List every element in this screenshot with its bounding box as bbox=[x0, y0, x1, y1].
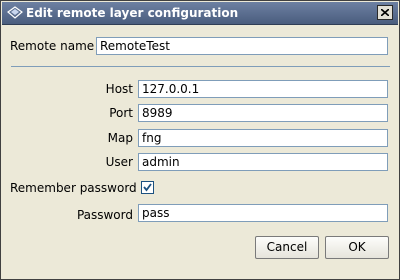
dialog-title: Edit remote layer configuration bbox=[26, 6, 239, 20]
check-icon bbox=[143, 183, 152, 192]
password-field[interactable]: pass bbox=[138, 204, 388, 222]
port-label: Port bbox=[109, 106, 133, 120]
password-label: Password bbox=[76, 208, 133, 222]
host-label: Host bbox=[105, 82, 133, 96]
ok-button[interactable]: OK bbox=[325, 236, 389, 259]
title-bar[interactable]: Edit remote layer configuration bbox=[2, 2, 398, 25]
cancel-button[interactable]: Cancel bbox=[255, 236, 319, 259]
remote-name-label: Remote name bbox=[10, 39, 95, 53]
user-field[interactable]: admin bbox=[138, 153, 388, 171]
map-label: Map bbox=[107, 131, 133, 145]
close-button[interactable] bbox=[377, 5, 393, 20]
remote-name-field[interactable]: RemoteTest bbox=[96, 37, 388, 55]
host-field[interactable]: 127.0.0.1 bbox=[138, 80, 388, 98]
dialog-window: Edit remote layer configuration Remote n… bbox=[0, 0, 400, 280]
close-icon bbox=[381, 9, 389, 16]
port-field[interactable]: 8989 bbox=[138, 104, 388, 122]
remember-password-label: Remember password bbox=[10, 181, 137, 195]
compass-icon bbox=[7, 6, 23, 20]
user-label: User bbox=[105, 155, 133, 169]
remember-password-checkbox[interactable] bbox=[141, 181, 154, 194]
map-field[interactable]: fng bbox=[138, 129, 388, 147]
separator bbox=[11, 66, 390, 67]
